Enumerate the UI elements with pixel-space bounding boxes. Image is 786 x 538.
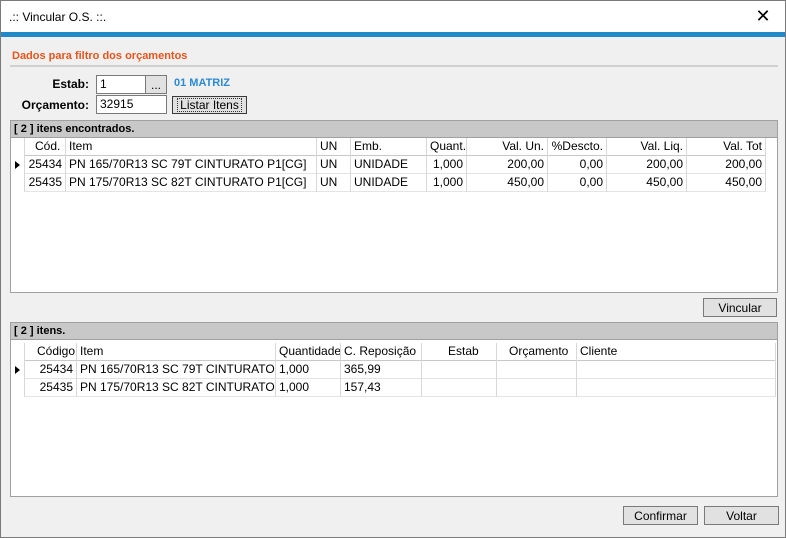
cell-val-liq: 450,00 — [607, 174, 687, 192]
estab-input[interactable]: 1 — [96, 75, 146, 94]
title-bar: .:: Vincular O.S. ::. ✕ — [1, 1, 785, 32]
window-title: .:: Vincular O.S. ::. — [9, 10, 107, 24]
cell-quant: 1,000 — [427, 174, 467, 192]
listar-itens-label: Listar Itens — [177, 98, 242, 112]
found-items-panel: [ 2 ] itens encontrados. Cód. Item UN Em… — [10, 120, 778, 293]
cell-codigo: 25434 — [25, 361, 77, 379]
table-row[interactable]: 25435 PN 175/70R13 SC 82T CINTURATO P 1,… — [11, 379, 776, 397]
cell-item: PN 165/70R13 SC 79T CINTURATO P1[CG] — [66, 156, 317, 174]
cell-c-reposicao: 157,43 — [341, 379, 422, 397]
cell-estab — [422, 379, 497, 397]
linked-items-panel: [ 2 ] itens. Código Item Quantidade C. R… — [10, 322, 778, 497]
col-c-reposicao[interactable]: C. Reposição — [341, 343, 422, 361]
filter-section-title: Dados para filtro dos orçamentos — [12, 50, 188, 62]
cell-item: PN 175/70R13 SC 82T CINTURATO P — [77, 379, 276, 397]
cell-item: PN 165/70R13 SC 79T CINTURATO P — [77, 361, 276, 379]
cell-emb: UNIDADE — [351, 156, 427, 174]
accent-bar — [1, 32, 785, 37]
cell-quantidade: 1,000 — [276, 361, 341, 379]
estab-label: Estab: — [52, 77, 89, 91]
cell-codigo: 25435 — [25, 379, 77, 397]
col-orcamento[interactable]: Orçamento — [497, 343, 577, 361]
voltar-button[interactable]: Voltar — [704, 506, 779, 525]
col-quant[interactable]: Quant. — [427, 138, 467, 156]
cell-val-un: 200,00 — [467, 156, 548, 174]
col-emb[interactable]: Emb. — [351, 138, 427, 156]
cell-descto: 0,00 — [548, 156, 607, 174]
col-cod[interactable]: Cód. — [25, 138, 66, 156]
cell-descto: 0,00 — [548, 174, 607, 192]
cell-emb: UNIDADE — [351, 174, 427, 192]
cell-val-tot: 200,00 — [687, 156, 766, 174]
col-descto[interactable]: %Descto. — [548, 138, 607, 156]
linked-grid-header: Código Item Quantidade C. Reposição Esta… — [11, 343, 776, 361]
col-val-liq[interactable]: Val. Liq. — [607, 138, 687, 156]
cell-cod: 25434 — [25, 156, 66, 174]
row-indicator — [11, 156, 25, 174]
current-row-arrow-icon — [15, 161, 20, 169]
cell-estab — [422, 361, 497, 379]
cell-item: PN 175/70R13 SC 82T CINTURATO P1[CG] — [66, 174, 317, 192]
cell-cod: 25435 — [25, 174, 66, 192]
found-items-header: [ 2 ] itens encontrados. — [11, 121, 777, 138]
col-item[interactable]: Item — [77, 343, 276, 361]
col-val-un[interactable]: Val. Un. — [467, 138, 548, 156]
estab-lookup-button[interactable]: ... — [145, 75, 167, 94]
row-indicator — [11, 174, 25, 192]
orcamento-label: Orçamento: — [21, 98, 89, 112]
col-estab[interactable]: Estab — [422, 343, 497, 361]
linked-items-header: [ 2 ] itens. — [11, 323, 777, 340]
col-un[interactable]: UN — [317, 138, 351, 156]
cell-val-tot: 450,00 — [687, 174, 766, 192]
vincular-button[interactable]: Vincular — [703, 298, 777, 317]
cell-cliente — [577, 379, 776, 397]
col-cliente[interactable]: Cliente — [577, 343, 776, 361]
found-grid-header: Cód. Item UN Emb. Quant. Val. Un. %Desct… — [11, 138, 766, 156]
col-codigo[interactable]: Código — [25, 343, 77, 361]
col-quantidade[interactable]: Quantidade — [276, 343, 341, 361]
table-row[interactable]: 25434 PN 165/70R13 SC 79T CINTURATO P 1,… — [11, 361, 776, 379]
listar-itens-button[interactable]: Listar Itens — [172, 96, 247, 114]
estab-name: 01 MATRIZ — [174, 77, 231, 89]
row-indicator — [11, 361, 25, 379]
col-val-tot[interactable]: Val. Tot — [687, 138, 766, 156]
cell-val-liq: 200,00 — [607, 156, 687, 174]
cell-quant: 1,000 — [427, 156, 467, 174]
row-indicator — [11, 379, 25, 397]
cell-cliente — [577, 361, 776, 379]
cell-un: UN — [317, 174, 351, 192]
table-row[interactable]: 25435 PN 175/70R13 SC 82T CINTURATO P1[C… — [11, 174, 766, 192]
cell-quantidade: 1,000 — [276, 379, 341, 397]
row-indicator-header — [11, 138, 25, 156]
cell-orcamento — [497, 379, 577, 397]
cell-c-reposicao: 365,99 — [341, 361, 422, 379]
cell-un: UN — [317, 156, 351, 174]
cell-val-un: 450,00 — [467, 174, 548, 192]
close-button[interactable]: ✕ — [741, 1, 785, 32]
vincular-os-window: .:: Vincular O.S. ::. ✕ Dados para filtr… — [0, 0, 786, 538]
table-row[interactable]: 25434 PN 165/70R13 SC 79T CINTURATO P1[C… — [11, 156, 766, 174]
orcamento-input[interactable]: 32915 — [96, 95, 167, 114]
current-row-arrow-icon — [15, 366, 20, 374]
close-icon: ✕ — [755, 6, 771, 26]
confirmar-button[interactable]: Confirmar — [623, 506, 698, 525]
cell-orcamento — [497, 361, 577, 379]
col-item[interactable]: Item — [66, 138, 317, 156]
section-divider — [10, 65, 778, 67]
row-indicator-header — [11, 343, 25, 361]
